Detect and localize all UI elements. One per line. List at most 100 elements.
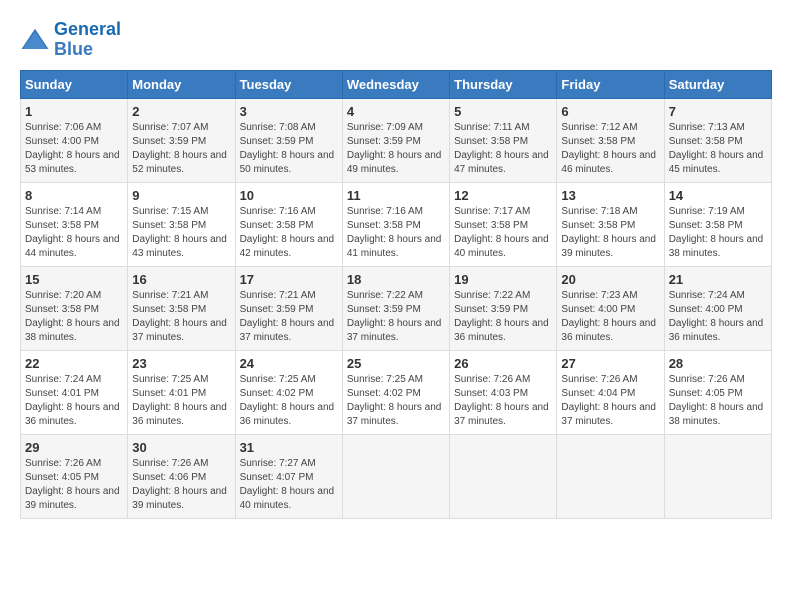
- calendar-cell: 28 Sunrise: 7:26 AMSunset: 4:05 PMDaylig…: [664, 350, 771, 434]
- day-number: 3: [240, 104, 338, 119]
- day-info: Sunrise: 7:21 AMSunset: 3:59 PMDaylight:…: [240, 289, 338, 345]
- day-info: Sunrise: 7:16 AMSunset: 3:58 PMDaylight:…: [240, 205, 338, 261]
- day-info: Sunrise: 7:16 AMSunset: 3:58 PMDaylight:…: [347, 205, 445, 261]
- calendar-cell: 19 Sunrise: 7:22 AMSunset: 3:59 PMDaylig…: [450, 266, 557, 350]
- calendar-cell: 3 Sunrise: 7:08 AMSunset: 3:59 PMDayligh…: [235, 98, 342, 182]
- day-info: Sunrise: 7:22 AMSunset: 3:59 PMDaylight:…: [347, 289, 445, 345]
- day-info: Sunrise: 7:25 AMSunset: 4:01 PMDaylight:…: [132, 373, 230, 429]
- day-number: 29: [25, 440, 123, 455]
- day-number: 28: [669, 356, 767, 371]
- day-info: Sunrise: 7:26 AMSunset: 4:03 PMDaylight:…: [454, 373, 552, 429]
- day-number: 23: [132, 356, 230, 371]
- col-monday: Monday: [128, 70, 235, 98]
- day-number: 16: [132, 272, 230, 287]
- calendar-cell: 25 Sunrise: 7:25 AMSunset: 4:02 PMDaylig…: [342, 350, 449, 434]
- day-number: 12: [454, 188, 552, 203]
- calendar-cell: 30 Sunrise: 7:26 AMSunset: 4:06 PMDaylig…: [128, 434, 235, 518]
- day-number: 14: [669, 188, 767, 203]
- calendar-cell: 27 Sunrise: 7:26 AMSunset: 4:04 PMDaylig…: [557, 350, 664, 434]
- calendar-cell: 9 Sunrise: 7:15 AMSunset: 3:58 PMDayligh…: [128, 182, 235, 266]
- calendar-cell: 31 Sunrise: 7:27 AMSunset: 4:07 PMDaylig…: [235, 434, 342, 518]
- calendar-cell: 20 Sunrise: 7:23 AMSunset: 4:00 PMDaylig…: [557, 266, 664, 350]
- calendar-cell: 26 Sunrise: 7:26 AMSunset: 4:03 PMDaylig…: [450, 350, 557, 434]
- day-info: Sunrise: 7:25 AMSunset: 4:02 PMDaylight:…: [347, 373, 445, 429]
- day-number: 4: [347, 104, 445, 119]
- day-info: Sunrise: 7:06 AMSunset: 4:00 PMDaylight:…: [25, 121, 123, 177]
- day-info: Sunrise: 7:09 AMSunset: 3:59 PMDaylight:…: [347, 121, 445, 177]
- calendar-cell: [664, 434, 771, 518]
- day-number: 30: [132, 440, 230, 455]
- calendar-cell: 6 Sunrise: 7:12 AMSunset: 3:58 PMDayligh…: [557, 98, 664, 182]
- day-number: 18: [347, 272, 445, 287]
- day-info: Sunrise: 7:26 AMSunset: 4:05 PMDaylight:…: [669, 373, 767, 429]
- calendar-cell: 4 Sunrise: 7:09 AMSunset: 3:59 PMDayligh…: [342, 98, 449, 182]
- day-info: Sunrise: 7:23 AMSunset: 4:00 PMDaylight:…: [561, 289, 659, 345]
- calendar-cell: 2 Sunrise: 7:07 AMSunset: 3:59 PMDayligh…: [128, 98, 235, 182]
- day-number: 19: [454, 272, 552, 287]
- calendar-cell: 29 Sunrise: 7:26 AMSunset: 4:05 PMDaylig…: [21, 434, 128, 518]
- calendar-table: Sunday Monday Tuesday Wednesday Thursday…: [20, 70, 772, 519]
- day-info: Sunrise: 7:22 AMSunset: 3:59 PMDaylight:…: [454, 289, 552, 345]
- calendar-cell: 21 Sunrise: 7:24 AMSunset: 4:00 PMDaylig…: [664, 266, 771, 350]
- day-info: Sunrise: 7:24 AMSunset: 4:00 PMDaylight:…: [669, 289, 767, 345]
- day-info: Sunrise: 7:21 AMSunset: 3:58 PMDaylight:…: [132, 289, 230, 345]
- day-number: 1: [25, 104, 123, 119]
- calendar-cell: 10 Sunrise: 7:16 AMSunset: 3:58 PMDaylig…: [235, 182, 342, 266]
- day-info: Sunrise: 7:11 AMSunset: 3:58 PMDaylight:…: [454, 121, 552, 177]
- calendar-cell: 7 Sunrise: 7:13 AMSunset: 3:58 PMDayligh…: [664, 98, 771, 182]
- calendar-cell: 24 Sunrise: 7:25 AMSunset: 4:02 PMDaylig…: [235, 350, 342, 434]
- calendar-cell: 5 Sunrise: 7:11 AMSunset: 3:58 PMDayligh…: [450, 98, 557, 182]
- day-info: Sunrise: 7:25 AMSunset: 4:02 PMDaylight:…: [240, 373, 338, 429]
- day-number: 17: [240, 272, 338, 287]
- calendar-cell: 14 Sunrise: 7:19 AMSunset: 3:58 PMDaylig…: [664, 182, 771, 266]
- calendar-cell: [342, 434, 449, 518]
- day-info: Sunrise: 7:19 AMSunset: 3:58 PMDaylight:…: [669, 205, 767, 261]
- day-info: Sunrise: 7:13 AMSunset: 3:58 PMDaylight:…: [669, 121, 767, 177]
- day-number: 7: [669, 104, 767, 119]
- day-number: 22: [25, 356, 123, 371]
- col-thursday: Thursday: [450, 70, 557, 98]
- calendar-cell: 8 Sunrise: 7:14 AMSunset: 3:58 PMDayligh…: [21, 182, 128, 266]
- logo-icon: [20, 25, 50, 55]
- header: General Blue: [20, 20, 772, 60]
- calendar-cell: [450, 434, 557, 518]
- calendar-cell: [557, 434, 664, 518]
- day-info: Sunrise: 7:15 AMSunset: 3:58 PMDaylight:…: [132, 205, 230, 261]
- calendar-cell: 1 Sunrise: 7:06 AMSunset: 4:00 PMDayligh…: [21, 98, 128, 182]
- header-row: Sunday Monday Tuesday Wednesday Thursday…: [21, 70, 772, 98]
- calendar-cell: 16 Sunrise: 7:21 AMSunset: 3:58 PMDaylig…: [128, 266, 235, 350]
- day-number: 5: [454, 104, 552, 119]
- day-info: Sunrise: 7:14 AMSunset: 3:58 PMDaylight:…: [25, 205, 123, 261]
- day-number: 31: [240, 440, 338, 455]
- col-tuesday: Tuesday: [235, 70, 342, 98]
- day-number: 2: [132, 104, 230, 119]
- day-info: Sunrise: 7:26 AMSunset: 4:05 PMDaylight:…: [25, 457, 123, 513]
- day-info: Sunrise: 7:08 AMSunset: 3:59 PMDaylight:…: [240, 121, 338, 177]
- day-number: 26: [454, 356, 552, 371]
- day-number: 25: [347, 356, 445, 371]
- calendar-cell: 22 Sunrise: 7:24 AMSunset: 4:01 PMDaylig…: [21, 350, 128, 434]
- day-info: Sunrise: 7:26 AMSunset: 4:06 PMDaylight:…: [132, 457, 230, 513]
- day-number: 6: [561, 104, 659, 119]
- col-friday: Friday: [557, 70, 664, 98]
- day-info: Sunrise: 7:18 AMSunset: 3:58 PMDaylight:…: [561, 205, 659, 261]
- col-saturday: Saturday: [664, 70, 771, 98]
- day-number: 13: [561, 188, 659, 203]
- day-number: 24: [240, 356, 338, 371]
- day-info: Sunrise: 7:17 AMSunset: 3:58 PMDaylight:…: [454, 205, 552, 261]
- calendar-cell: 12 Sunrise: 7:17 AMSunset: 3:58 PMDaylig…: [450, 182, 557, 266]
- day-info: Sunrise: 7:24 AMSunset: 4:01 PMDaylight:…: [25, 373, 123, 429]
- day-number: 8: [25, 188, 123, 203]
- calendar-cell: 13 Sunrise: 7:18 AMSunset: 3:58 PMDaylig…: [557, 182, 664, 266]
- calendar-cell: 15 Sunrise: 7:20 AMSunset: 3:58 PMDaylig…: [21, 266, 128, 350]
- logo: General Blue: [20, 20, 121, 60]
- day-number: 11: [347, 188, 445, 203]
- day-number: 27: [561, 356, 659, 371]
- day-info: Sunrise: 7:07 AMSunset: 3:59 PMDaylight:…: [132, 121, 230, 177]
- day-number: 21: [669, 272, 767, 287]
- logo-text: General Blue: [54, 20, 121, 60]
- col-wednesday: Wednesday: [342, 70, 449, 98]
- day-number: 10: [240, 188, 338, 203]
- day-info: Sunrise: 7:26 AMSunset: 4:04 PMDaylight:…: [561, 373, 659, 429]
- day-number: 9: [132, 188, 230, 203]
